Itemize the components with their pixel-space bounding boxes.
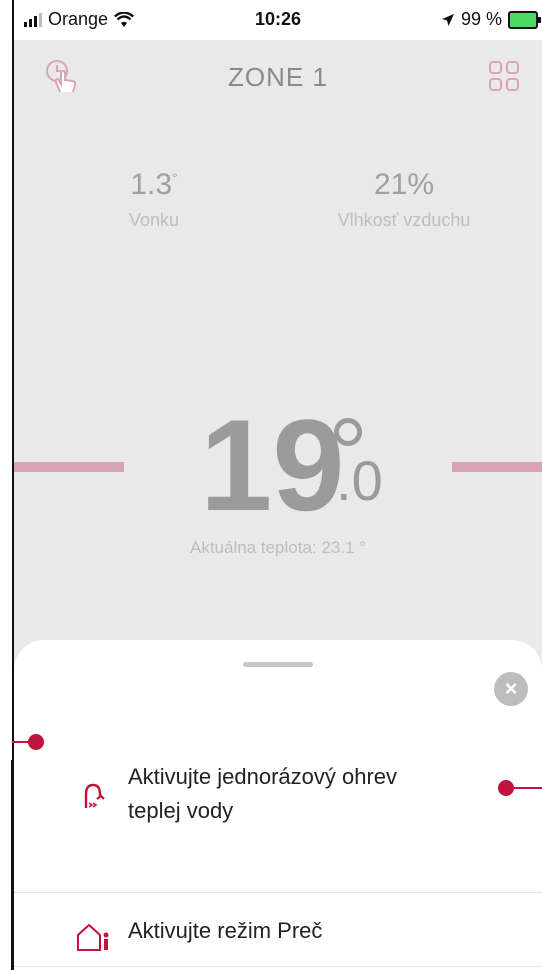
setpoint-decimal: .0 (336, 449, 383, 512)
callout-line-hot-water (506, 787, 542, 789)
thermostat-display: 19 .0 Aktuálna teplota: 23.1 ° (14, 400, 542, 580)
outside-temp-unit: ° (172, 170, 178, 186)
outside-temp-number: 1.3 (130, 168, 173, 201)
callout-marker-away (28, 734, 44, 750)
app-screen: Orange 10:26 99 % ZONE 1 1.3° Vonku 21% … (12, 0, 542, 970)
decrease-setpoint-bar[interactable] (14, 462, 124, 472)
hot-water-label-line1: Aktivujte jednorázový ohrev (128, 764, 398, 789)
away-mode-label: Aktivujte režim Preč (128, 918, 323, 943)
annotation-bracket (11, 760, 13, 970)
outside-temperature-label: Vonku (128, 210, 180, 230)
current-temperature: Aktuálna teplota: 23.1 ° (190, 538, 366, 557)
increase-setpoint-bar[interactable] (452, 462, 542, 472)
outside-temperature: 1.3° Vonku (44, 168, 264, 231)
battery-charging-icon (508, 10, 541, 29)
bottom-sheet: × Aktivujte jednorázový ohrev teplej vod… (14, 640, 542, 970)
grid-menu-icon[interactable] (486, 58, 522, 94)
degree-symbol (334, 418, 362, 446)
status-bar: Orange 10:26 99 % (14, 0, 542, 40)
setpoint-integer: 19 (200, 392, 345, 538)
divider (14, 892, 542, 893)
zone-title: ZONE 1 (228, 62, 328, 92)
humidity: 21% Vlhkosť vzduchu (294, 168, 514, 231)
outside-temperature-value: 1.3° (44, 168, 264, 202)
setpoint-decimal-digit: 0 (351, 449, 383, 512)
status-right: 99 % (441, 9, 541, 30)
bottom-divider (14, 966, 542, 967)
close-button[interactable]: × (494, 672, 528, 706)
humidity-value: 21% (373, 168, 435, 201)
humidity-label: Vlhkosť vzduchu (337, 210, 471, 230)
away-mode-label-wrap: Aktivujte režim Preč (128, 914, 322, 948)
sheet-handle[interactable] (243, 662, 313, 667)
hot-water-boost-label: Aktivujte jednorázový ohrev teplej vody (128, 760, 397, 828)
away-home-icon (77, 923, 109, 951)
battery-percent: 99 % (460, 9, 502, 29)
hot-water-label-line2: teplej vody (128, 798, 234, 823)
hot-water-icon (84, 783, 105, 808)
location-arrow-icon (441, 13, 454, 26)
navigation-bar: ZONE 1 (14, 40, 542, 110)
